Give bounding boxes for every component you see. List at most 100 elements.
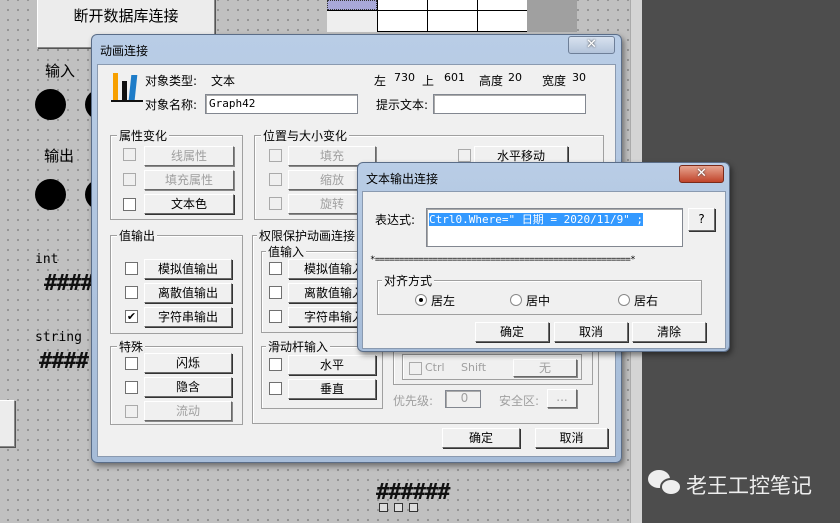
line-attr-button[interactable]: 线属性	[144, 146, 234, 166]
string-output-button[interactable]: 字符串输出	[144, 307, 232, 327]
group-title: 权限保护动画连接	[257, 227, 358, 244]
expression-text: Ctrl0.Where=" 日期 = 2020/11/9" ;	[429, 213, 644, 226]
expression-label: 表达式:	[375, 213, 416, 227]
watermark-text: 老王工控笔记	[686, 474, 812, 498]
slider-input-group: 滑动杆输入 水平 垂直	[261, 338, 383, 409]
align-right-label[interactable]: 居右	[634, 292, 658, 309]
object-name-label: 对象名称:	[145, 98, 198, 112]
text-color-button[interactable]: 文本色	[144, 194, 234, 214]
alignment-group: 对齐方式 居左 居中 居右	[377, 272, 702, 315]
top-label: 上	[422, 74, 435, 88]
ok-button[interactable]: 确定	[442, 428, 520, 448]
resize-handles[interactable]	[379, 503, 423, 513]
shift-label: Shift	[461, 361, 487, 374]
clear-button[interactable]: 清除	[632, 322, 706, 342]
hmove-checkbox[interactable]	[458, 149, 471, 162]
align-left-label[interactable]: 居左	[431, 292, 455, 309]
hotkey-button[interactable]: 无	[513, 359, 577, 377]
cancel-button[interactable]: 取消	[554, 322, 628, 342]
group-title: 属性变化	[117, 127, 170, 144]
analog-output-button[interactable]: 模拟值输出	[144, 259, 232, 279]
text-display-graph42[interactable]: ######	[376, 480, 450, 505]
data-table[interactable]	[327, 0, 527, 32]
discrete-output-button[interactable]: 离散值输出	[144, 283, 232, 303]
security-zone-button[interactable]: ...	[547, 389, 577, 408]
group-title: 滑动杆输入	[266, 338, 331, 355]
height-value: 20	[508, 71, 522, 84]
hide-checkbox[interactable]	[125, 381, 138, 394]
dialog-title: 文本输出连接	[366, 172, 439, 186]
analog-output-checkbox[interactable]	[125, 262, 138, 275]
align-center-radio[interactable]	[510, 294, 522, 306]
ok-button[interactable]: 确定	[475, 322, 549, 342]
wechat-icon	[648, 470, 684, 498]
group-title: 对齐方式	[382, 272, 435, 289]
group-title: 位置与大小变化	[261, 127, 350, 144]
height-label: 高度	[479, 74, 504, 88]
priority-input[interactable]: 0	[445, 390, 481, 408]
vertical-checkbox[interactable]	[269, 382, 282, 395]
close-button[interactable]: ✕	[679, 165, 724, 183]
text-output-link-dialog: 文本输出连接 ✕ 表达式: Ctrl0.Where=" 日期 = 2020/11…	[357, 162, 730, 352]
width-value: 30	[572, 71, 586, 84]
priority-label: 优先级:	[393, 394, 434, 408]
group-title: 值输入	[266, 243, 307, 260]
hint-text-label: 提示文本:	[376, 98, 429, 112]
object-name-input[interactable]: Graph42	[205, 94, 358, 114]
hint-text-input[interactable]	[433, 94, 586, 114]
align-left-radio[interactable]	[415, 294, 427, 306]
discrete-input-checkbox[interactable]	[269, 286, 282, 299]
canvas-button[interactable]	[0, 400, 15, 447]
text-color-checkbox[interactable]	[123, 198, 136, 211]
fill-attr-checkbox[interactable]	[123, 173, 136, 186]
close-button[interactable]: ✕	[568, 36, 615, 54]
left-value: 730	[394, 71, 415, 84]
flow-button[interactable]: 流动	[144, 401, 232, 421]
horizontal-slider-button[interactable]: 水平	[288, 355, 376, 375]
flow-checkbox[interactable]	[125, 405, 138, 418]
int-display[interactable]: ####	[44, 271, 94, 296]
input-label: 输入	[45, 62, 76, 80]
analog-input-checkbox[interactable]	[269, 262, 282, 275]
special-group: 特殊 闪烁 隐含 流动	[110, 338, 243, 425]
horizontal-checkbox[interactable]	[269, 358, 282, 371]
align-right-radio[interactable]	[618, 294, 630, 306]
attribute-change-group: 属性变化 线属性 填充属性 文本色	[110, 127, 243, 220]
fill-checkbox[interactable]	[269, 149, 282, 162]
cancel-button[interactable]: 取消	[535, 428, 608, 448]
dialog-title: 动画连接	[100, 44, 149, 58]
left-label: 左	[374, 74, 387, 88]
group-title: 值输出	[117, 227, 158, 244]
output-indicator[interactable]	[35, 179, 66, 210]
value-output-group: 值输出 模拟值输出 离散值输出 ✔ 字符串输出	[110, 227, 243, 334]
scale-checkbox[interactable]	[269, 173, 282, 186]
string-output-checkbox[interactable]: ✔	[125, 310, 138, 323]
help-button[interactable]: ?	[688, 208, 715, 231]
fill-attr-button[interactable]: 填充属性	[144, 170, 234, 190]
output-label: 输出	[44, 147, 75, 165]
top-value: 601	[444, 71, 465, 84]
blink-checkbox[interactable]	[125, 357, 138, 370]
object-type-value: 文本	[211, 74, 236, 88]
object-type-label: 对象类型:	[145, 74, 198, 88]
group-title: 特殊	[117, 338, 146, 355]
discrete-output-checkbox[interactable]	[125, 286, 138, 299]
hotkey-group: Ctrl Shift 无	[393, 351, 593, 385]
expression-input[interactable]: Ctrl0.Where=" 日期 = 2020/11/9" ;	[426, 208, 683, 247]
blink-button[interactable]: 闪烁	[144, 353, 232, 373]
int-label: int	[35, 252, 59, 267]
line-attr-checkbox[interactable]	[123, 148, 136, 161]
security-zone-label: 安全区:	[499, 394, 540, 408]
string-display[interactable]: ####	[39, 349, 89, 374]
align-center-label[interactable]: 居中	[526, 292, 550, 309]
string-label: string	[35, 330, 82, 345]
ctrl-label: Ctrl	[425, 361, 445, 374]
books-icon	[111, 73, 143, 103]
rotate-checkbox[interactable]	[269, 197, 282, 210]
separator: *=======================================…	[370, 255, 636, 265]
string-input-checkbox[interactable]	[269, 310, 282, 323]
width-label: 宽度	[542, 74, 567, 88]
input-indicator[interactable]	[35, 89, 66, 120]
vertical-slider-button[interactable]: 垂直	[288, 379, 376, 399]
hide-button[interactable]: 隐含	[144, 377, 232, 397]
